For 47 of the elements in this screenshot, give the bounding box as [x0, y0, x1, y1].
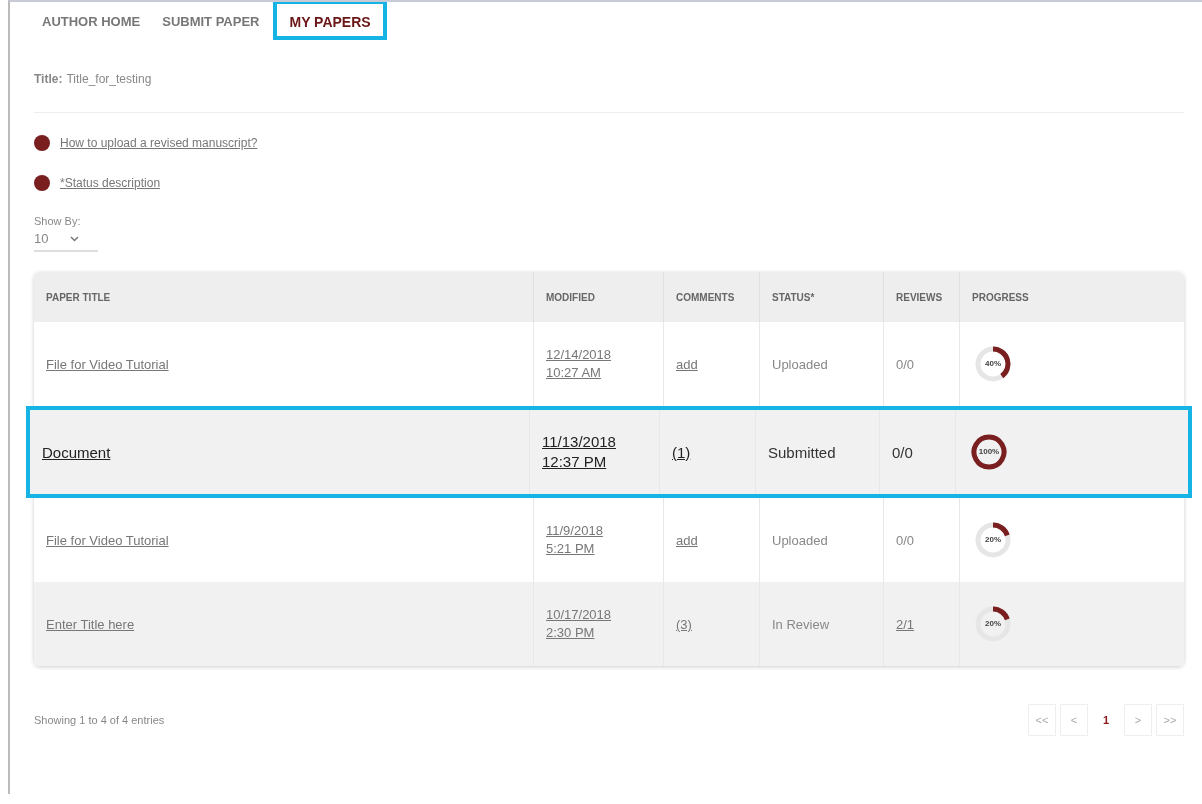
help-link[interactable]: How to upload a revised manuscript?: [60, 136, 258, 150]
title-label: Title:: [34, 72, 63, 86]
modified-link[interactable]: 10/17/2018 2:30 PM: [546, 606, 612, 642]
status-text: Submitted: [768, 443, 836, 461]
nav-tab[interactable]: SUBMIT PAPER: [154, 2, 268, 40]
paper-title-link[interactable]: File for Video Tutorial: [46, 356, 169, 372]
column-header: REVIEWS: [884, 272, 960, 322]
reviews-text: 0/0: [896, 356, 915, 372]
reviews-link[interactable]: 2/1: [896, 616, 915, 632]
column-header: PROGRESS: [971, 290, 1030, 305]
status-text: Uploaded: [772, 356, 828, 372]
progress-percent: 40%: [985, 360, 1001, 368]
reviews-text: 0/0: [896, 532, 915, 548]
title-value: Title_for_testing: [66, 72, 152, 86]
nav-tab[interactable]: AUTHOR HOME: [34, 2, 149, 40]
help-link[interactable]: *Status description: [60, 176, 161, 190]
progress-percent: 20%: [985, 620, 1001, 628]
info-icon: [34, 135, 50, 151]
status-text: In Review: [772, 616, 830, 632]
paper-title-link[interactable]: Document: [42, 443, 111, 461]
modified-link[interactable]: 11/9/2018 5:21 PM: [546, 522, 603, 558]
paper-title-link[interactable]: File for Video Tutorial: [46, 532, 169, 548]
column-header: COMMENTS: [664, 272, 760, 322]
nav-tab[interactable]: MY PAPERS: [273, 2, 387, 40]
status-text: Uploaded: [772, 532, 828, 548]
page-button[interactable]: <<: [1028, 704, 1056, 736]
page-button[interactable]: >>: [1156, 704, 1184, 736]
show-by-label: Show By:: [34, 215, 82, 227]
chevron-icon: [70, 235, 80, 242]
column-header: MODIFIED: [534, 272, 664, 322]
page-button[interactable]: >: [1124, 704, 1152, 736]
comments-link[interactable]: (1): [672, 443, 691, 461]
column-header: STATUS*: [760, 272, 884, 322]
page-button[interactable]: <: [1060, 704, 1088, 736]
column-header: PAPER TITLE: [34, 272, 534, 322]
comments-link[interactable]: (3): [676, 616, 692, 632]
progress-percent: 20%: [985, 536, 1001, 544]
progress-percent: 100%: [978, 448, 1000, 456]
comments-link[interactable]: add: [676, 356, 698, 372]
modified-link[interactable]: 11/13/2018 12:37 PM: [542, 431, 616, 473]
entries-summary: Showing 1 to 4 of 4 entries: [34, 714, 165, 726]
paper-title-link[interactable]: Enter Title here: [46, 616, 135, 632]
page-size-select[interactable]: 10: [34, 231, 98, 252]
reviews-text: 0/0: [892, 443, 913, 461]
info-icon: [34, 175, 50, 191]
comments-link[interactable]: add: [676, 532, 698, 548]
modified-link[interactable]: 12/14/2018 10:27 AM: [546, 346, 612, 382]
